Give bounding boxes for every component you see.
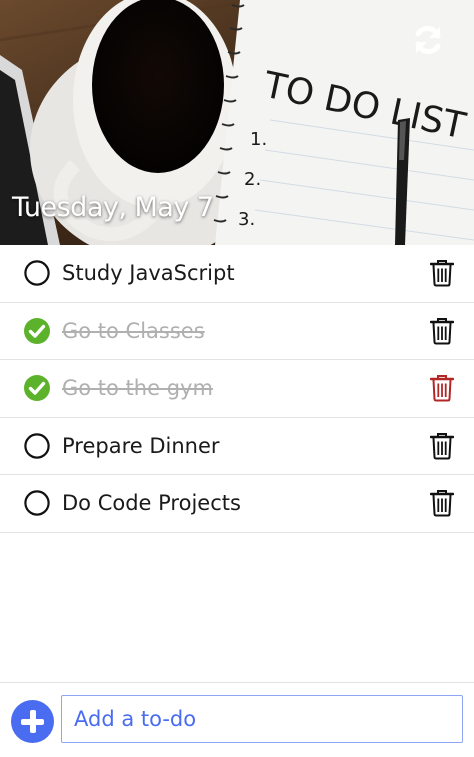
header-banner: TO DO LIST 1. 2. 3. Tuesday, May 7 [0,0,474,245]
todo-label: Do Code Projects [62,491,241,516]
todo-item: Do Code Projects [0,475,474,533]
todo-label: Study JavaScript [62,261,235,286]
notepad-number-2: 2. [244,169,261,190]
todo-label: Go to the gym [62,376,213,401]
checked-circle-icon[interactable] [24,375,50,402]
delete-todo-button[interactable] [430,317,454,345]
todo-item: Go to Classes [0,303,474,360]
add-todo-input[interactable] [61,695,463,743]
todo-item: Go to the gym [0,360,474,418]
delete-todo-button[interactable] [430,489,454,517]
notepad-number-3: 3. [238,209,255,230]
delete-todo-button[interactable] [430,374,454,402]
unchecked-circle-icon[interactable] [24,490,50,516]
todo-label: Go to Classes [62,318,205,343]
add-todo-bar [0,682,474,757]
notepad-number-1: 1. [250,129,267,150]
todo-label: Prepare Dinner [62,433,220,458]
todo-item: Prepare Dinner [0,418,474,475]
todo-list: Study JavaScript Go to Classes Go to the g… [0,245,474,533]
delete-todo-button[interactable] [430,259,454,287]
delete-todo-button[interactable] [430,432,454,460]
refresh-button[interactable] [408,20,448,60]
unchecked-circle-icon[interactable] [24,433,50,459]
refresh-icon [415,26,441,54]
add-todo-button[interactable] [11,700,54,743]
checked-circle-icon[interactable] [24,317,50,344]
current-date: Tuesday, May 7 [12,192,214,223]
todo-item: Study JavaScript [0,245,474,303]
unchecked-circle-icon[interactable] [24,260,50,286]
